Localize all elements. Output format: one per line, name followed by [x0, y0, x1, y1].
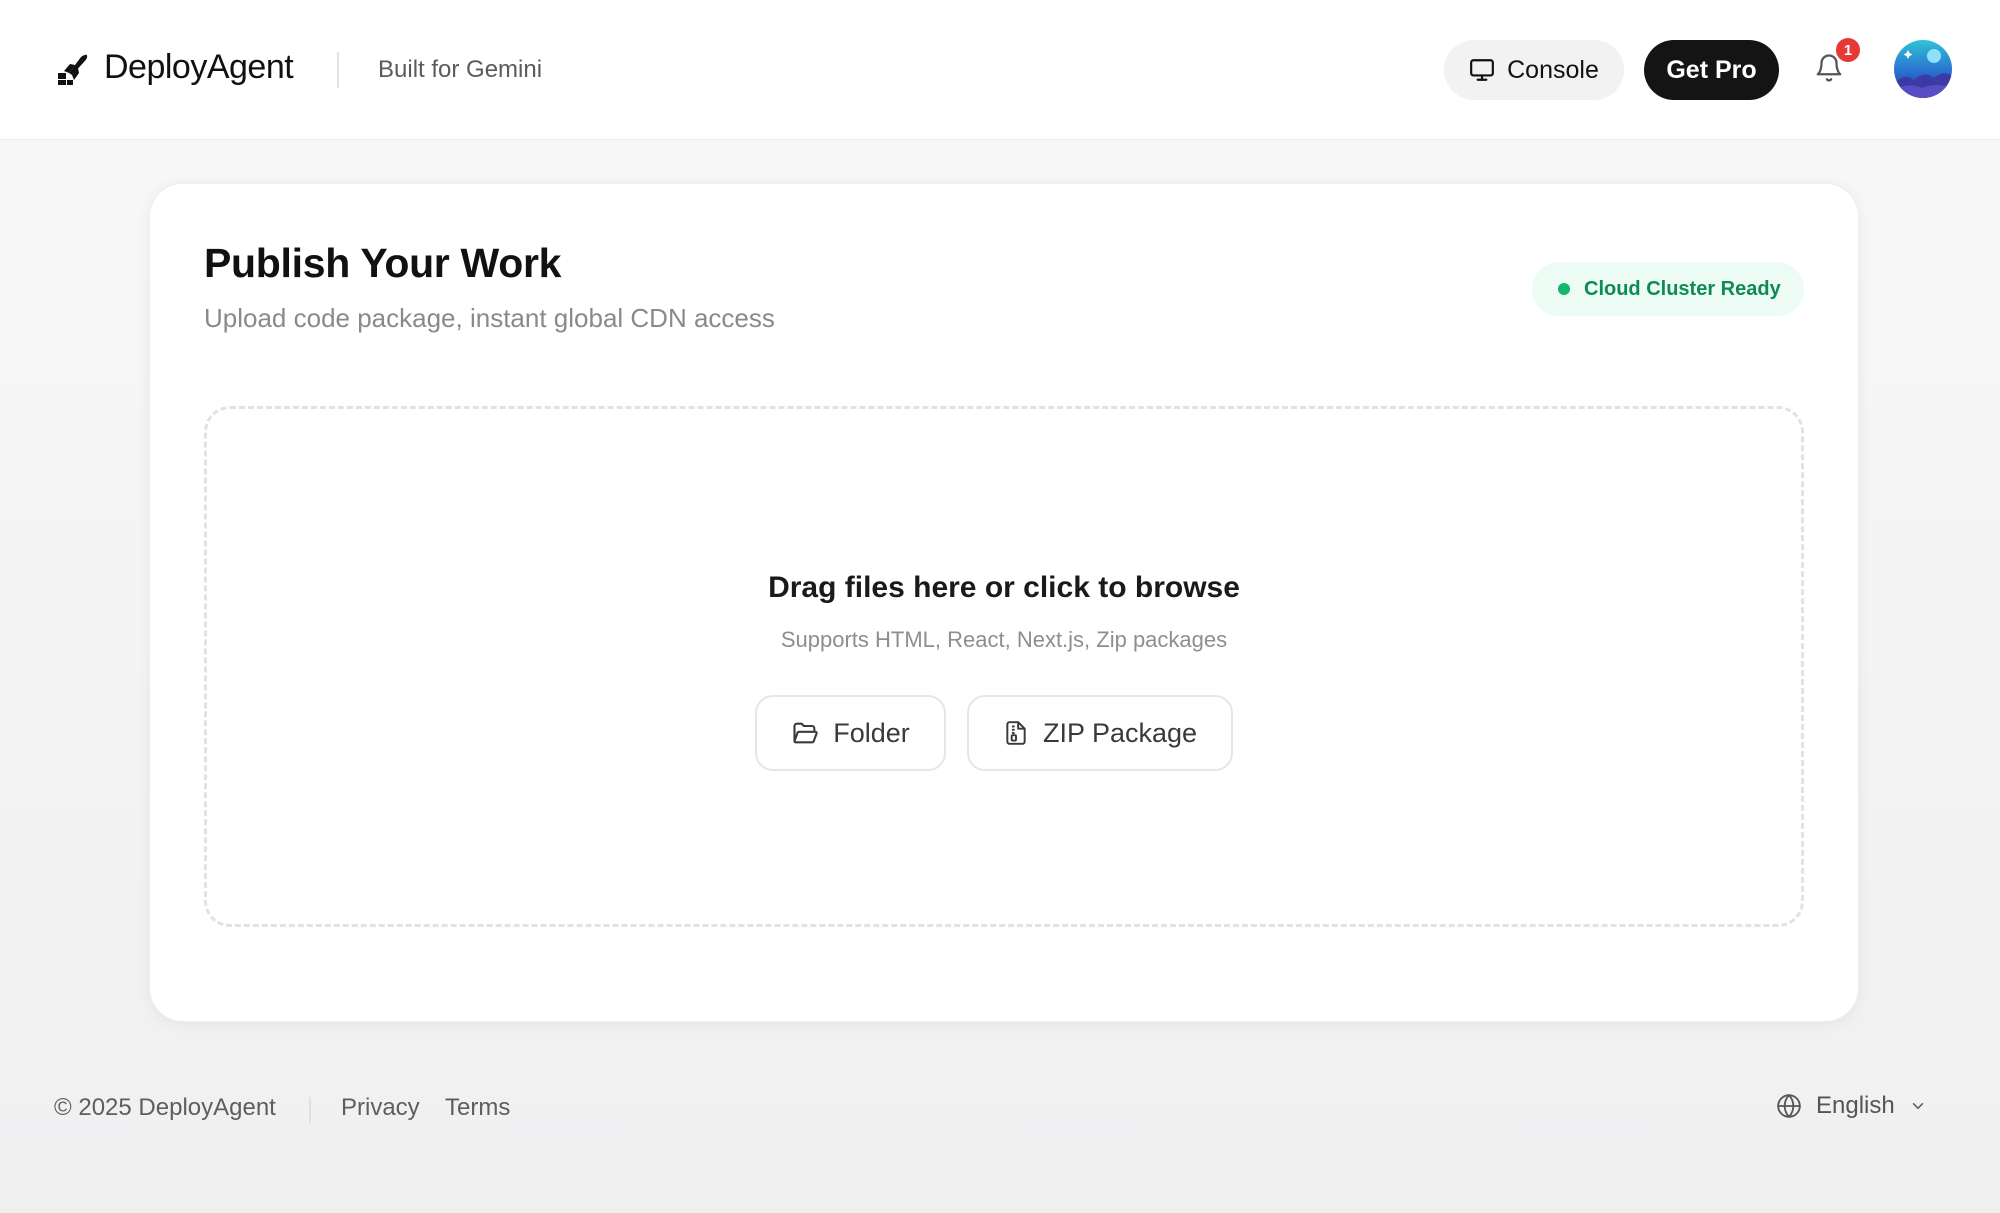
- console-button[interactable]: Console: [1444, 40, 1624, 100]
- publish-card: Publish Your Work Upload code package, i…: [149, 183, 1859, 1022]
- footer-divider: [309, 1097, 311, 1123]
- globe-icon: [1776, 1093, 1802, 1119]
- language-label: English: [1816, 1092, 1895, 1119]
- file-dropzone[interactable]: Drag files here or click to browse Suppo…: [204, 406, 1804, 927]
- header-divider: [337, 52, 339, 88]
- notification-badge: 1: [1834, 36, 1862, 64]
- tagline: Built for Gemini: [378, 56, 543, 83]
- dropzone-title: Drag files here or click to browse: [768, 571, 1240, 604]
- status-badge: Cloud Cluster Ready: [1532, 262, 1804, 316]
- folder-label: Folder: [833, 717, 910, 748]
- privacy-link[interactable]: Privacy: [341, 1094, 420, 1122]
- folder-open-icon: [791, 719, 819, 747]
- zip-label: ZIP Package: [1042, 717, 1198, 748]
- page-subtitle: Upload code package, instant global CDN …: [204, 303, 775, 333]
- status-text: Cloud Cluster Ready: [1584, 277, 1781, 300]
- language-selector[interactable]: English: [1776, 1092, 1927, 1120]
- file-archive-icon: [1003, 719, 1029, 747]
- status-dot-icon: [1558, 283, 1570, 295]
- rocket-icon[interactable]: [58, 53, 88, 85]
- dropzone-subtitle: Supports HTML, React, Next.js, Zip packa…: [780, 627, 1228, 652]
- monitor-icon: [1469, 57, 1495, 83]
- top-navbar: DeployAgent Built for Gemini Console Get…: [0, 0, 2000, 140]
- page-title: Publish Your Work: [204, 240, 562, 286]
- chevron-down-icon: [1909, 1097, 1927, 1115]
- copyright-text: © 2025 DeployAgent: [54, 1094, 276, 1121]
- upload-folder-button[interactable]: Folder: [755, 695, 946, 771]
- upload-zip-button[interactable]: ZIP Package: [967, 695, 1233, 771]
- terms-link[interactable]: Terms: [445, 1094, 510, 1122]
- brand-name[interactable]: DeployAgent: [104, 48, 294, 87]
- user-avatar[interactable]: [1894, 40, 1952, 98]
- get-pro-button[interactable]: Get Pro: [1644, 40, 1779, 100]
- console-label: Console: [1507, 55, 1599, 84]
